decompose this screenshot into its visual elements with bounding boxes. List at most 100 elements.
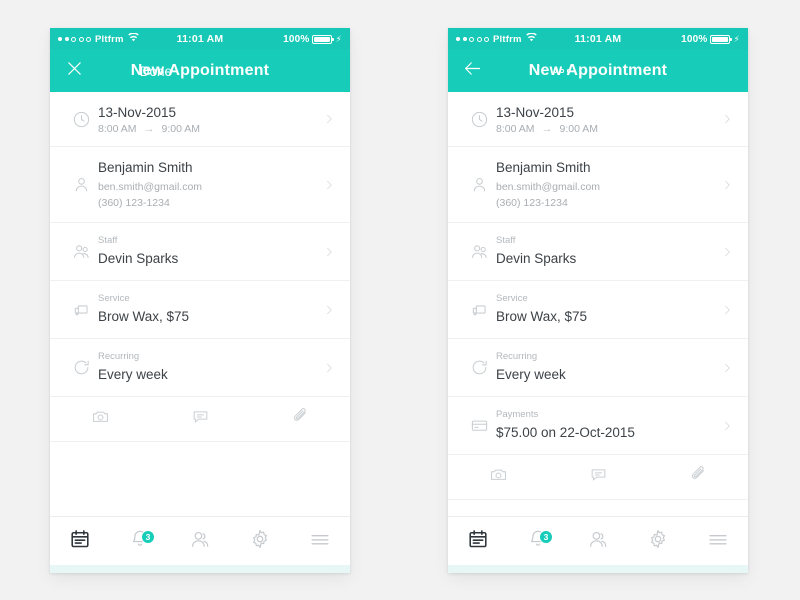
lightning-bolt-icon: ⚡	[335, 33, 343, 44]
chat-bubble-icon	[589, 465, 608, 489]
row-content: 13-Nov-2015 8:00 AM → 9:00 AM	[496, 92, 716, 146]
row-staff[interactable]: Staff Devin Sparks	[50, 223, 350, 282]
close-button[interactable]	[64, 58, 118, 84]
signal-dot	[78, 36, 84, 42]
signal-dot	[469, 36, 474, 42]
bottom-tab-bar: 3	[448, 516, 748, 565]
chevron-right-icon	[716, 245, 734, 259]
row-subtitle: ben.smith@gmail.com	[98, 180, 203, 193]
battery-full-icon	[710, 34, 733, 44]
lightning-bolt-icon: ⚡	[733, 33, 741, 44]
row-recurring[interactable]: Recurring Every week	[448, 339, 748, 398]
time-start: 8:00 AM	[98, 123, 137, 136]
people-icon	[189, 528, 211, 555]
row-title: Every week	[98, 366, 168, 382]
person-icon	[64, 175, 98, 194]
paperclip-icon	[291, 407, 310, 431]
back-button[interactable]	[462, 58, 516, 84]
row-service[interactable]: Service Brow Wax, $75	[448, 281, 748, 340]
gear-icon	[249, 528, 271, 555]
signal-dot	[456, 37, 460, 41]
time-end: 9:00 AM	[559, 123, 599, 136]
refresh-icon	[64, 358, 98, 377]
chevron-right-icon	[716, 178, 734, 192]
tab-calendar[interactable]	[448, 528, 508, 555]
carrier-label: Pltfrm	[493, 33, 522, 45]
row-title: Devin Sparks	[98, 250, 179, 266]
people-icon	[587, 528, 609, 555]
status-bar-left: Pltfrm	[58, 32, 177, 45]
credit-card-icon	[462, 416, 496, 435]
row-datetime[interactable]: 13-Nov-2015 8:00 AM → 9:00 AM	[448, 92, 748, 148]
signal-strength-indicator	[456, 36, 489, 42]
tab-calendar[interactable]	[50, 528, 110, 555]
chevron-right-icon	[318, 361, 336, 375]
tab-settings[interactable]	[628, 528, 688, 555]
time-arrow-icon: →	[143, 123, 155, 136]
tab-notifications[interactable]: 3	[508, 528, 568, 555]
two-people-icon	[462, 242, 496, 261]
row-label: Recurring	[496, 351, 538, 363]
chevron-right-icon	[318, 245, 336, 259]
attach-photo-button[interactable]	[50, 407, 150, 431]
row-service[interactable]: Service Brow Wax, $75	[50, 281, 350, 340]
battery-percent-label: 100%	[681, 33, 708, 45]
row-content: Staff Devin Sparks	[496, 223, 716, 280]
attach-file-button[interactable]	[648, 465, 748, 489]
row-staff[interactable]: Staff Devin Sparks	[448, 223, 748, 282]
clock-icon	[64, 110, 98, 129]
attach-note-button[interactable]	[548, 465, 648, 489]
row-payments[interactable]: Payments $75.00 on 22-Oct-2015	[448, 397, 748, 456]
row-content: Staff Devin Sparks	[98, 223, 318, 280]
attach-photo-button[interactable]	[448, 465, 548, 489]
time-arrow-icon: →	[541, 123, 553, 136]
status-bar-right: 100% ⚡	[621, 34, 740, 45]
tab-settings[interactable]	[230, 528, 290, 555]
chevron-right-icon	[716, 361, 734, 375]
time-end: 9:00 AM	[161, 123, 201, 136]
row-subtitle-secondary: (360) 123-1234	[496, 196, 568, 209]
row-label: Service	[496, 293, 528, 305]
battery-full-icon	[312, 34, 335, 44]
row-title: 13-Nov-2015	[496, 105, 575, 120]
chevron-right-icon	[716, 112, 734, 126]
paperclip-icon	[689, 465, 708, 489]
row-subtitle: ben.smith@gmail.com	[496, 180, 601, 193]
row-content: Service Brow Wax, $75	[98, 281, 318, 338]
clock-icon	[462, 110, 496, 129]
tab-menu[interactable]	[290, 528, 350, 555]
row-recurring[interactable]: Recurring Every week	[50, 339, 350, 398]
row-content: 13-Nov-2015 8:00 AM → 9:00 AM	[98, 92, 318, 146]
hamburger-icon	[707, 528, 729, 555]
signal-dot	[64, 37, 69, 41]
row-client[interactable]: Benjamin Smith ben.smith@gmail.com (360) 1…	[50, 147, 350, 224]
camera-icon	[91, 407, 110, 431]
two-people-icon	[64, 242, 98, 261]
signal-dot	[58, 37, 62, 41]
phone-mockup-right: Pltfrm 11:01 AM 100% ⚡ New Appointment 13-Nov…	[448, 28, 748, 573]
signal-dot	[462, 37, 467, 41]
chevron-right-icon	[716, 303, 734, 317]
gear-icon	[647, 528, 669, 555]
row-title: Brow Wax, $75	[496, 308, 588, 324]
chevron-right-icon	[318, 112, 336, 126]
tab-clients[interactable]	[170, 528, 230, 555]
signal-strength-indicator	[58, 36, 91, 42]
chevron-right-icon	[318, 178, 336, 192]
refresh-icon	[462, 358, 496, 377]
tab-notifications[interactable]: 3	[110, 528, 170, 555]
row-datetime[interactable]: 13-Nov-2015 8:00 AM → 9:00 AM	[50, 92, 350, 148]
calendar-icon	[467, 528, 489, 555]
tab-clients[interactable]	[568, 528, 628, 555]
status-bar: Pltfrm 11:01 AM 100% ⚡	[50, 28, 350, 50]
attach-note-button[interactable]	[150, 407, 250, 431]
attach-file-button[interactable]	[250, 407, 350, 431]
done-button[interactable]: Done	[118, 64, 172, 79]
phone-bottom-edge	[448, 565, 748, 573]
status-bar-time: 11:01 AM	[176, 33, 224, 45]
row-client[interactable]: Benjamin Smith ben.smith@gmail.com (360) 1…	[448, 147, 748, 224]
kebab-dots-icon	[553, 69, 570, 73]
tab-menu[interactable]	[688, 528, 748, 555]
done-label: Done	[139, 63, 172, 79]
overflow-menu-button[interactable]	[516, 69, 570, 73]
